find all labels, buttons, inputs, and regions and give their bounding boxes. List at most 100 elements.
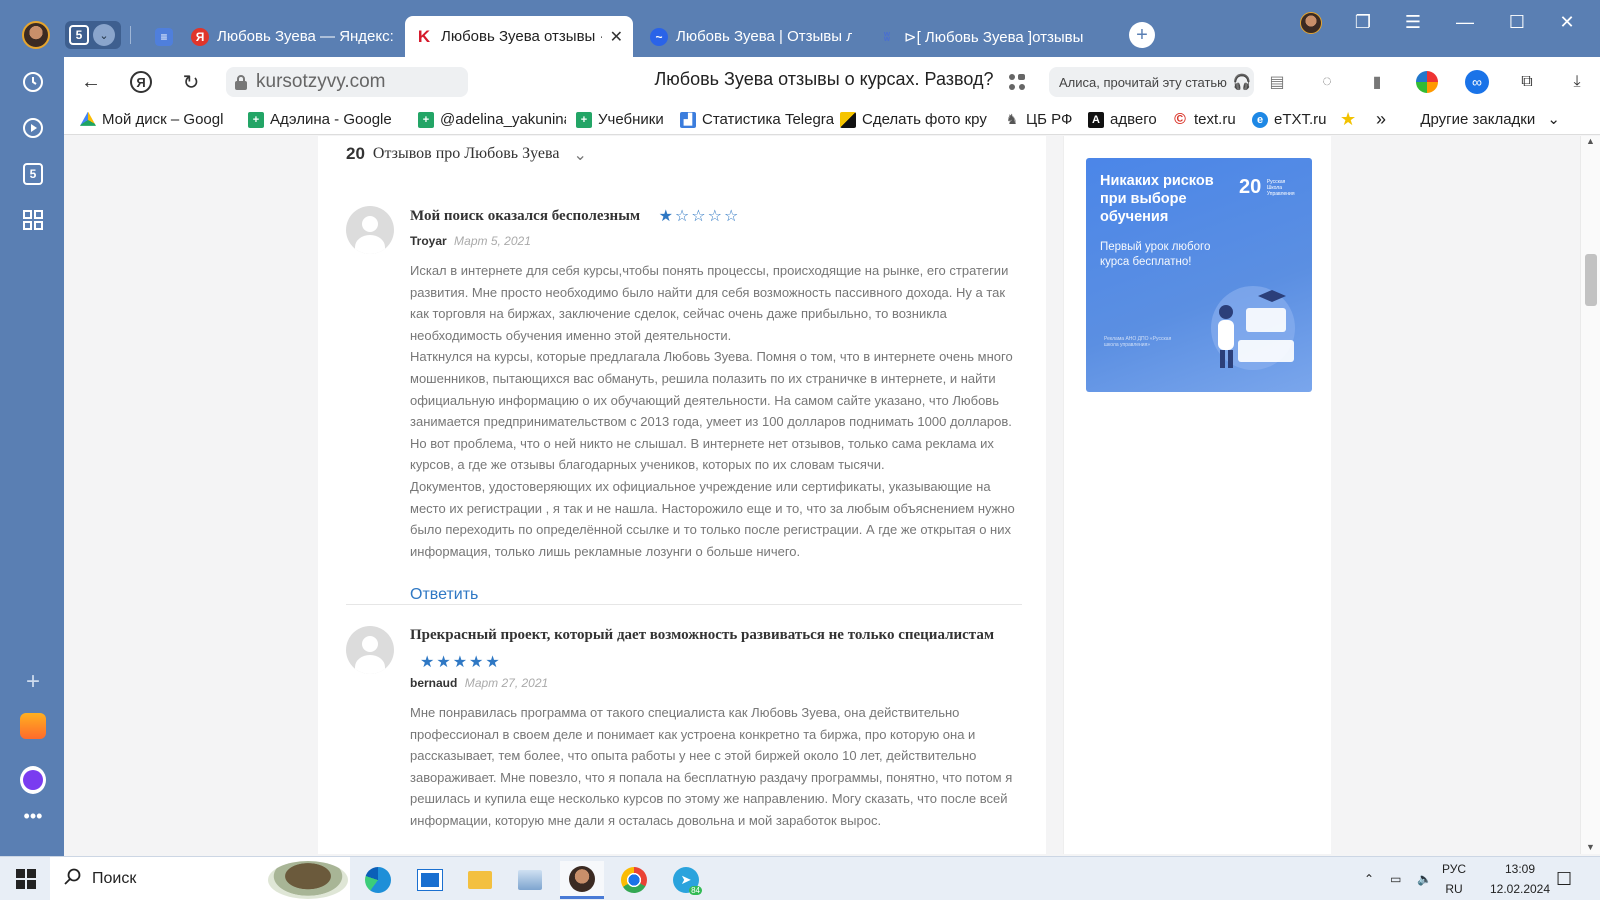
close-window-icon[interactable]: ✕ (1552, 12, 1582, 33)
reviews-column: 20 Отзывов про Любовь Зуева ⌄ Мой поиск … (318, 136, 1046, 854)
bookmark-etxt[interactable]: e eTXT.ru (1252, 111, 1330, 128)
tab-group-button[interactable]: 5 ⌄ (65, 21, 121, 49)
review-title: Прекрасный проект, который дает возможно… (410, 627, 995, 643)
tab-label: Любовь Зуева отзывы · (441, 28, 602, 45)
language-indicator[interactable]: РУС RU (1442, 857, 1466, 900)
services-grid-icon[interactable] (20, 207, 46, 233)
bookmark-advego[interactable]: A адвего (1088, 111, 1164, 128)
scroll-down-icon[interactable]: ▼ (1586, 842, 1595, 852)
review-paragraph: Документов, удостоверяющих их официально… (410, 478, 1015, 559)
chrome-icon[interactable] (612, 861, 656, 899)
site-icon: ʬ (883, 29, 891, 44)
url-field[interactable]: kursotzyvy.com (226, 67, 468, 97)
bookmark-cbr[interactable]: ♞ ЦБ РФ (1004, 111, 1078, 128)
maximize-icon[interactable]: ☐ (1502, 12, 1532, 33)
edge-icon[interactable] (356, 861, 400, 899)
bookmark-sheet-1[interactable]: + Адэлина - Google (248, 111, 408, 128)
review-author[interactable]: Troyar (410, 234, 447, 248)
back-icon[interactable]: ← (76, 67, 106, 97)
apps-icon[interactable] (1004, 69, 1030, 95)
tab-kursotzyvy-active[interactable]: K Любовь Зуева отзывы · ✕ (405, 16, 633, 57)
system-tray: ⌃ ▭ 🔈 (1364, 857, 1432, 900)
other-bookmarks-button[interactable]: Другие закладки ⌄ (1420, 110, 1560, 128)
chevron-down-icon: ⌄ (573, 144, 587, 164)
history-icon[interactable] (20, 69, 46, 95)
bookmark-photo[interactable]: Сделать фото кру (840, 111, 994, 128)
headphones-icon: 🎧 (1232, 74, 1252, 91)
new-tab-button[interactable]: + (1129, 22, 1155, 48)
review-content: Мой поиск оказался бесполезным ★ ☆ ☆ ☆ ☆ Tro… (410, 206, 1030, 604)
alice-read-article-button[interactable]: Алиса, прочитай эту статью 🎧 (1049, 67, 1254, 97)
review-title: Мой поиск оказался бесполезным (410, 208, 641, 225)
extension-infinity-icon[interactable]: ∞ (1464, 69, 1490, 95)
extensions-icon[interactable]: ⧉ (1514, 69, 1540, 95)
translate-icon[interactable]: ◌ (1314, 69, 1340, 95)
yandex-browser-taskbar-icon[interactable] (560, 861, 604, 899)
file-explorer-icon[interactable] (458, 861, 502, 899)
page-title: Любовь Зуева отзывы о курсах. Развод? (654, 69, 994, 89)
star-icon: ☆ (674, 208, 690, 225)
chevron-down-icon: ⌄ (1547, 111, 1560, 128)
reply-link[interactable]: Ответить (410, 586, 1030, 604)
review-author[interactable]: bernaud (410, 676, 457, 690)
menu-icon[interactable]: ☰ (1398, 12, 1428, 33)
reload-icon[interactable]: ↻ (176, 67, 206, 97)
chevron-up-icon[interactable]: ⌃ (1364, 872, 1374, 886)
star-icon: ☆ (691, 208, 706, 225)
notifications-icon[interactable]: ☐ (1556, 857, 1572, 900)
account-avatar[interactable] (1300, 12, 1322, 34)
textru-icon: © (1174, 111, 1186, 128)
bookmark-icon[interactable]: ▮ (1364, 69, 1390, 95)
tab-yandex-search[interactable]: Я Любовь Зуева — Яндекс: (181, 16, 403, 57)
downloads-icon[interactable]: ⤓ (1564, 69, 1590, 95)
close-tab-icon[interactable]: ✕ (610, 27, 623, 47)
bookmark-favorites[interactable]: ★ (1340, 112, 1364, 128)
collections-icon[interactable]: ❐ (1348, 12, 1378, 33)
scroll-up-icon[interactable]: ▲ (1586, 136, 1595, 146)
add-panel-icon[interactable]: + (20, 668, 46, 695)
cbr-icon: ♞ (1005, 111, 1019, 127)
telegram-icon[interactable]: ➤ 84 (664, 861, 708, 899)
windows-start-icon[interactable] (16, 869, 36, 889)
minimize-icon[interactable]: — (1450, 12, 1480, 33)
ad-banner[interactable]: Никаких рисков при выборе обучения Первы… (1086, 158, 1312, 392)
bookmark-telegram-stats[interactable]: ▟ Статистика Telegra (680, 111, 834, 128)
browser-sidebar: 5 + ••• (0, 57, 64, 856)
bookmark-sheet-2[interactable]: + @adelina_yakunina (418, 111, 566, 128)
reader-mode-icon[interactable]: ▤ (1264, 69, 1290, 95)
bookmark-textbooks[interactable]: + Учебники (576, 111, 672, 128)
network-icon[interactable]: ▭ (1390, 872, 1401, 886)
more-bookmarks-button[interactable]: » (1376, 109, 1396, 130)
alice-icon[interactable] (20, 766, 46, 794)
ad-subtitle: Первый урок любого курса бесплатно! (1100, 241, 1211, 268)
rating-stars: ★ ☆ ☆ ☆ ☆ (659, 206, 739, 226)
yandex-home-icon[interactable]: Я (126, 67, 156, 97)
profile-avatar[interactable] (22, 21, 50, 49)
ad-title: Никаких рисков при выборе обучения (1100, 173, 1214, 225)
reviews-count-header[interactable]: 20 Отзывов про Любовь Зуева ⌄ (346, 144, 587, 164)
star-icon: ☆ (707, 208, 722, 225)
search-label: Поиск (92, 870, 137, 887)
extension-compass-icon[interactable] (1414, 69, 1440, 95)
bookmark-google-drive[interactable]: Мой диск – Googl (80, 111, 240, 128)
scrollbar-thumb[interactable] (1585, 254, 1597, 306)
photos-app-icon[interactable] (508, 861, 552, 899)
more-dots-icon[interactable]: ••• (20, 803, 46, 829)
bookmark-textru[interactable]: © text.ru (1172, 111, 1242, 128)
tab-site[interactable]: ʬ ⊳[ Любовь Зуева ]отзывы (868, 16, 1104, 57)
tab-review-site[interactable]: ~ Любовь Зуева | Отзывы л (640, 16, 862, 57)
bookmarks-bar: Мой диск – Googl + Адэлина - Google + @a… (64, 105, 1600, 135)
google-sheets-icon: + (248, 111, 264, 128)
video-play-icon[interactable] (20, 115, 46, 141)
review-site-icon: ~ (650, 27, 668, 46)
chevron-down-icon: ⌄ (93, 24, 115, 46)
mail-icon[interactable] (20, 713, 46, 739)
page-scrollbar[interactable]: ▲ ▼ (1580, 136, 1600, 854)
star-icon: ★ (420, 654, 435, 671)
clock[interactable]: 13:09 12.02.2024 (1480, 857, 1560, 900)
volume-icon[interactable]: 🔈 (1417, 872, 1432, 886)
review-date: Март 5, 2021 (454, 234, 531, 248)
news-app-icon[interactable] (408, 861, 452, 899)
tab-docs[interactable]: ≡ (145, 16, 179, 57)
tab-group-sidebar-icon[interactable]: 5 (20, 161, 46, 187)
